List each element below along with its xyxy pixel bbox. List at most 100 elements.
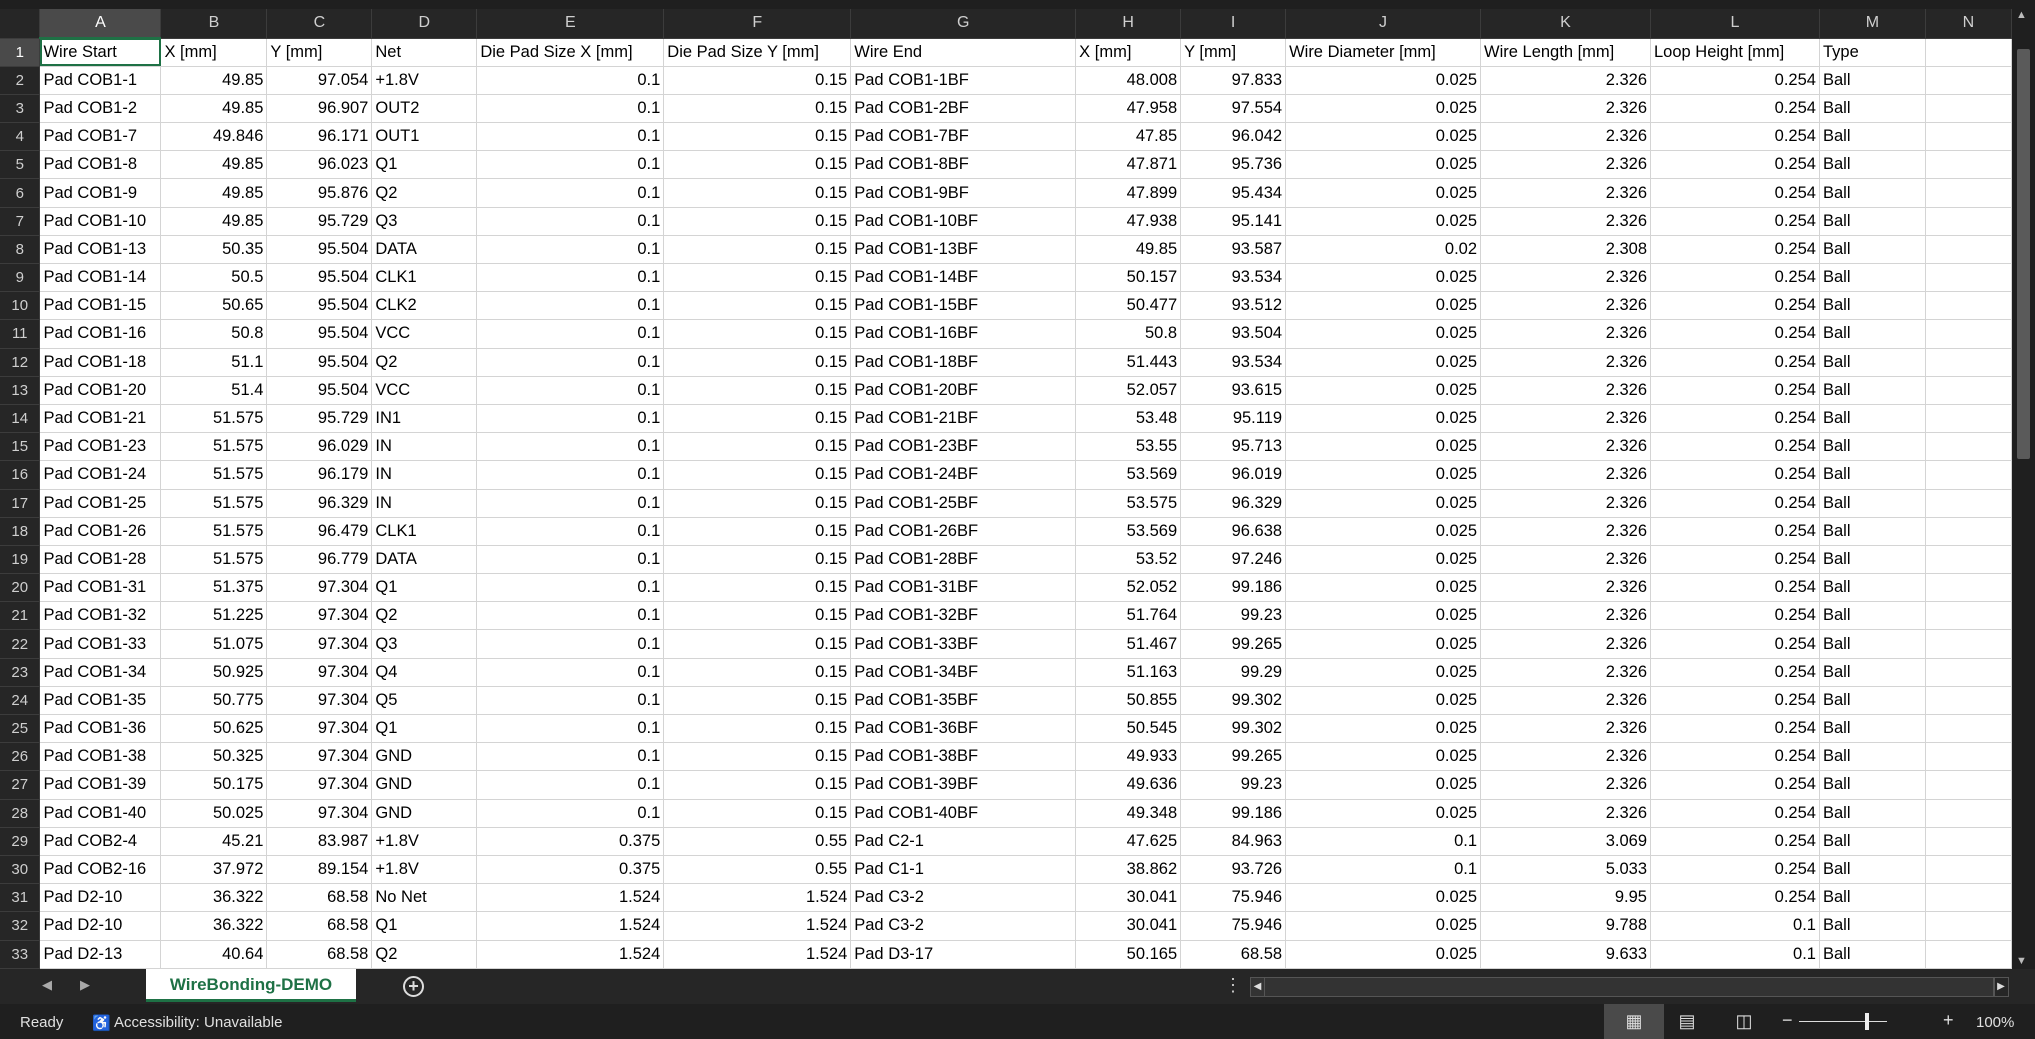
row-header[interactable]: 12 (0, 348, 41, 377)
cell-i20[interactable]: 99.186 (1180, 573, 1287, 603)
cell-e16[interactable]: 0.1 (476, 460, 665, 490)
column-header-a[interactable]: A (39, 9, 162, 39)
more-options-icon[interactable]: ⋮ (1224, 975, 1242, 996)
cell-f1[interactable]: Die Pad Size Y [mm] (663, 38, 852, 67)
cell-n11[interactable] (1925, 319, 2012, 349)
cell-k29[interactable]: 3.069 (1480, 827, 1651, 856)
cell-i13[interactable]: 93.615 (1180, 376, 1287, 405)
cell-m7[interactable]: Ball (1819, 207, 1926, 236)
cell-h11[interactable]: 50.8 (1075, 319, 1182, 349)
cell-k31[interactable]: 9.95 (1480, 883, 1651, 913)
cell-g32[interactable]: Pad C3-2 (850, 911, 1077, 941)
cell-d30[interactable]: +1.8V (371, 855, 478, 885)
cell-g17[interactable]: Pad COB1-25BF (850, 489, 1077, 518)
cell-h29[interactable]: 47.625 (1075, 827, 1182, 856)
cell-i25[interactable]: 99.302 (1180, 714, 1287, 744)
cell-m18[interactable]: Ball (1819, 517, 1926, 546)
cell-b32[interactable]: 36.322 (160, 911, 268, 941)
cell-h6[interactable]: 47.899 (1075, 178, 1182, 208)
cell-d33[interactable]: Q2 (371, 940, 478, 969)
cell-c14[interactable]: 95.729 (266, 404, 373, 434)
cell-i23[interactable]: 99.29 (1180, 658, 1287, 687)
cell-l2[interactable]: 0.254 (1650, 66, 1820, 95)
cell-n6[interactable] (1925, 178, 2012, 208)
cell-n25[interactable] (1925, 714, 2012, 744)
cell-k19[interactable]: 2.326 (1480, 545, 1651, 575)
cell-n1[interactable] (1925, 38, 2012, 67)
row-header[interactable]: 15 (0, 432, 41, 462)
row-header[interactable]: 18 (0, 517, 41, 546)
row-header[interactable]: 33 (0, 940, 41, 969)
cell-l13[interactable]: 0.254 (1650, 376, 1820, 405)
zoom-slider-thumb[interactable] (1865, 1013, 1869, 1030)
cell-g13[interactable]: Pad COB1-20BF (850, 376, 1077, 405)
cell-c26[interactable]: 97.304 (266, 742, 373, 772)
cell-d29[interactable]: +1.8V (371, 827, 478, 856)
column-header-e[interactable]: E (476, 9, 665, 39)
cell-d3[interactable]: OUT2 (371, 94, 478, 124)
row-header[interactable]: 31 (0, 883, 41, 913)
cell-m24[interactable]: Ball (1819, 686, 1926, 716)
cell-e28[interactable]: 0.1 (476, 799, 665, 828)
cell-h26[interactable]: 49.933 (1075, 742, 1182, 772)
cell-h31[interactable]: 30.041 (1075, 883, 1182, 913)
row-header[interactable]: 10 (0, 291, 41, 321)
cell-b23[interactable]: 50.925 (160, 658, 268, 687)
cell-k22[interactable]: 2.326 (1480, 629, 1651, 659)
cell-l29[interactable]: 0.254 (1650, 827, 1820, 856)
cell-n16[interactable] (1925, 460, 2012, 490)
column-header-j[interactable]: J (1285, 9, 1482, 39)
cell-n10[interactable] (1925, 291, 2012, 321)
cell-m29[interactable]: Ball (1819, 827, 1926, 856)
cell-m6[interactable]: Ball (1819, 178, 1926, 208)
cell-c6[interactable]: 95.876 (266, 178, 373, 208)
cell-l25[interactable]: 0.254 (1650, 714, 1820, 744)
cell-d15[interactable]: IN (371, 432, 478, 462)
cell-g26[interactable]: Pad COB1-38BF (850, 742, 1077, 772)
cell-table[interactable]: ABCDEFGHIJKLMN 1 Wire Start X [mm] Y [mm] Ne… (0, 9, 2012, 969)
cell-g16[interactable]: Pad COB1-24BF (850, 460, 1077, 490)
cell-g20[interactable]: Pad COB1-31BF (850, 573, 1077, 603)
cell-m15[interactable]: Ball (1819, 432, 1926, 462)
column-header-l[interactable]: L (1650, 9, 1820, 39)
cell-f9[interactable]: 0.15 (663, 263, 852, 293)
cell-h17[interactable]: 53.575 (1075, 489, 1182, 518)
cell-e5[interactable]: 0.1 (476, 150, 665, 180)
cell-a8[interactable]: Pad COB1-13 (39, 235, 162, 265)
cell-f10[interactable]: 0.15 (663, 291, 852, 321)
cell-h33[interactable]: 50.165 (1075, 940, 1182, 969)
cell-l7[interactable]: 0.254 (1650, 207, 1820, 236)
cell-c33[interactable]: 68.58 (266, 940, 373, 969)
cell-b1[interactable]: X [mm] (160, 38, 268, 67)
cell-e6[interactable]: 0.1 (476, 178, 665, 208)
cell-l11[interactable]: 0.254 (1650, 319, 1820, 349)
cell-m25[interactable]: Ball (1819, 714, 1926, 744)
cell-l17[interactable]: 0.254 (1650, 489, 1820, 518)
cell-g24[interactable]: Pad COB1-35BF (850, 686, 1077, 716)
sheet-tab-wirebonding-demo[interactable]: WireBonding-DEMO (146, 969, 356, 1002)
cell-d23[interactable]: Q4 (371, 658, 478, 687)
cell-h4[interactable]: 47.85 (1075, 122, 1182, 152)
cell-d16[interactable]: IN (371, 460, 478, 490)
cell-g19[interactable]: Pad COB1-28BF (850, 545, 1077, 575)
cell-d1[interactable]: Net (371, 38, 478, 67)
cell-d25[interactable]: Q1 (371, 714, 478, 744)
cell-e19[interactable]: 0.1 (476, 545, 665, 575)
cell-i3[interactable]: 97.554 (1180, 94, 1287, 124)
cell-f25[interactable]: 0.15 (663, 714, 852, 744)
cell-f22[interactable]: 0.15 (663, 629, 852, 659)
cell-d13[interactable]: VCC (371, 376, 478, 405)
cell-a13[interactable]: Pad COB1-20 (39, 376, 162, 405)
cell-i28[interactable]: 99.186 (1180, 799, 1287, 828)
cell-h16[interactable]: 53.569 (1075, 460, 1182, 490)
cell-b19[interactable]: 51.575 (160, 545, 268, 575)
cell-n26[interactable] (1925, 742, 2012, 772)
cell-f23[interactable]: 0.15 (663, 658, 852, 687)
prev-sheet-icon[interactable]: ◀ (42, 977, 52, 993)
cell-k12[interactable]: 2.326 (1480, 348, 1651, 377)
cell-h12[interactable]: 51.443 (1075, 348, 1182, 377)
cell-h2[interactable]: 48.008 (1075, 66, 1182, 95)
cell-h7[interactable]: 47.938 (1075, 207, 1182, 236)
cell-f33[interactable]: 1.524 (663, 940, 852, 969)
cell-n3[interactable] (1925, 94, 2012, 124)
